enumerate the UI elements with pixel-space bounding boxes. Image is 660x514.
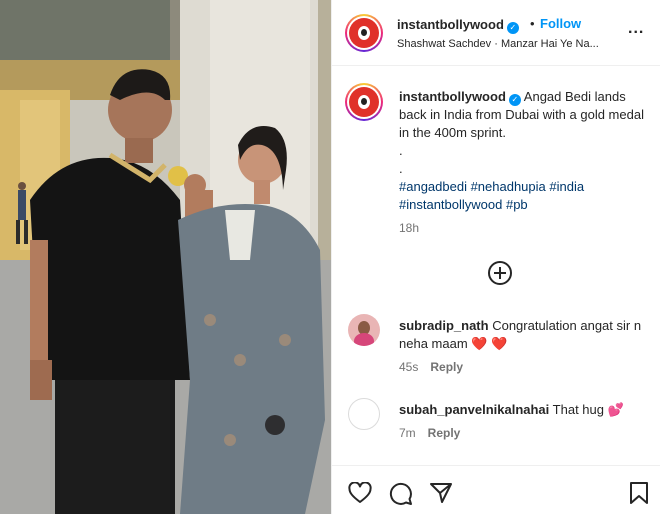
account-avatar[interactable] xyxy=(345,14,383,52)
comment-meta: 45s Reply xyxy=(399,360,463,374)
post-photo xyxy=(0,0,331,514)
bookmark-icon[interactable] xyxy=(629,482,649,504)
comment-time[interactable]: 7m xyxy=(399,426,416,440)
caption-text-block: instantbollywood ✓ Angad Bedi lands back … xyxy=(399,88,649,214)
reply-button[interactable]: Reply xyxy=(428,426,461,440)
heart-icon[interactable] xyxy=(348,482,372,504)
heart-emoji: ❤️ ❤️ xyxy=(471,336,508,351)
caption-dot: . xyxy=(399,161,403,176)
share-icon[interactable] xyxy=(429,482,453,504)
caption-timestamp[interactable]: 18h xyxy=(399,221,419,235)
caption-dot: . xyxy=(399,143,403,158)
post-media[interactable] xyxy=(0,0,331,514)
account-username[interactable]: instantbollywood xyxy=(397,17,504,32)
account-name-row: instantbollywood ✓ xyxy=(397,17,519,34)
comment-text-block: subradip_nath Congratulation angat sir n… xyxy=(399,317,649,353)
commenter-avatar[interactable] xyxy=(348,398,380,430)
comment-meta: 7m Reply xyxy=(399,426,460,440)
comment-text: That hug xyxy=(552,402,604,417)
post-header: instantbollywood ✓ • Follow Shashwat Sach… xyxy=(332,0,660,66)
comment-text-block: subah_panvelnikalnahai That hug 💕 xyxy=(399,401,649,419)
comment-username[interactable]: subradip_nath xyxy=(399,318,489,333)
load-more-comments-icon[interactable] xyxy=(488,261,512,285)
caption-avatar[interactable] xyxy=(345,83,383,121)
more-options-icon[interactable]: ... xyxy=(628,21,644,37)
verified-badge-icon: ✓ xyxy=(506,22,519,34)
comment-icon[interactable] xyxy=(389,482,413,506)
reply-button[interactable]: Reply xyxy=(430,360,463,374)
comment-time[interactable]: 45s xyxy=(399,360,418,374)
caption-hashtags[interactable]: #instantbollywood #pb xyxy=(399,196,649,214)
verified-badge-icon: ✓ xyxy=(508,94,521,106)
comment-username[interactable]: subah_panvelnikalnahai xyxy=(399,402,549,417)
audio-track[interactable]: Shashwat Sachdev · Manzar Hai Ye Na... xyxy=(397,38,599,50)
hearts-emoji: 💕 xyxy=(607,402,624,417)
commenter-avatar[interactable] xyxy=(348,314,380,346)
separator-dot: • xyxy=(530,16,535,31)
caption-hashtags[interactable]: #angadbedi #nehadhupia #india xyxy=(399,178,649,196)
caption-username[interactable]: instantbollywood xyxy=(399,89,506,104)
action-bar xyxy=(332,465,660,514)
follow-button[interactable]: Follow xyxy=(540,16,581,31)
post-side-panel: instantbollywood ✓ • Follow Shashwat Sach… xyxy=(331,0,660,514)
